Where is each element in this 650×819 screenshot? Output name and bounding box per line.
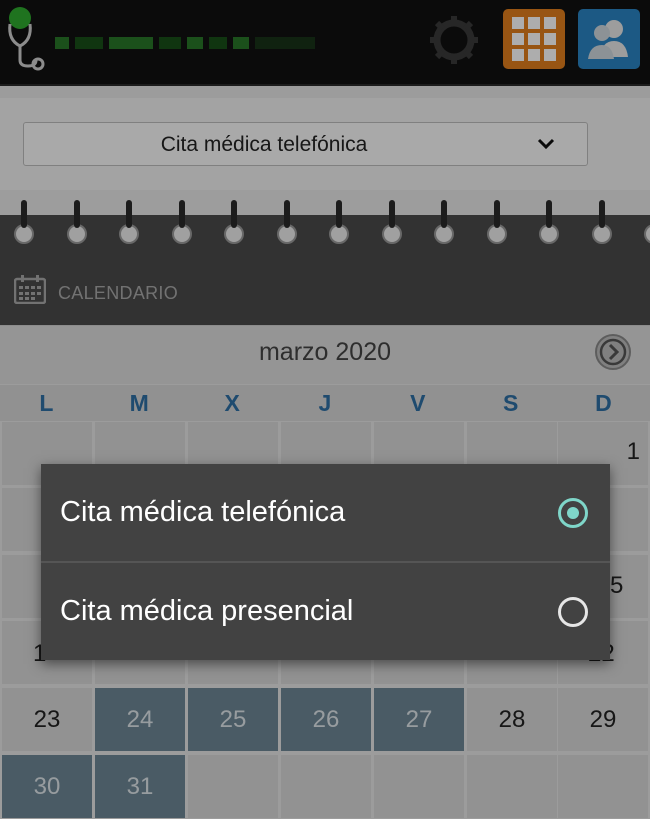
modal-backdrop[interactable] <box>0 0 650 819</box>
radio-selected[interactable] <box>558 498 588 528</box>
option-telefonica[interactable]: Cita médica telefónica <box>41 464 610 563</box>
radio-unselected[interactable] <box>558 597 588 627</box>
option-label: Cita médica telefónica <box>60 496 346 528</box>
option-label: Cita médica presencial <box>60 595 354 627</box>
option-presencial[interactable]: Cita médica presencial <box>41 563 610 660</box>
appointment-type-dialog: Cita médica telefónica Cita médica prese… <box>41 464 610 660</box>
